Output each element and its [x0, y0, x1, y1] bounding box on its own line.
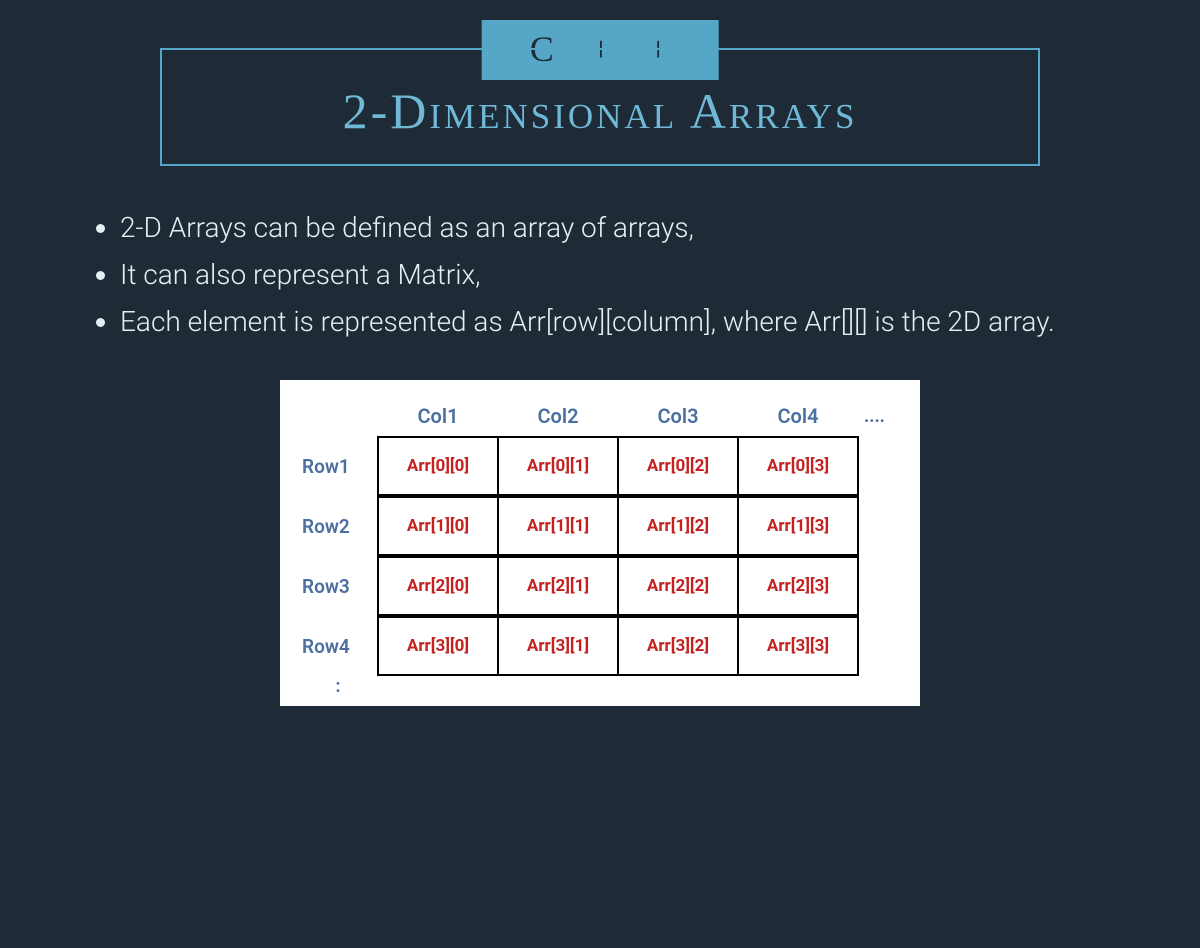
row-header: Row2 — [298, 515, 378, 538]
array-cell: Arr[1][1] — [497, 496, 620, 556]
array-diagram: Col1 Col2 Col3 Col4 .... Row1 Arr[0][0] … — [280, 380, 920, 706]
array-cell: Arr[2][1] — [497, 556, 620, 616]
row-header: Row1 — [298, 455, 378, 478]
slide-title: 2-Dimensional Arrays — [182, 82, 1018, 140]
array-cell: Arr[2][0] — [377, 556, 500, 616]
array-cell: Arr[2][3] — [737, 556, 860, 616]
array-cell: Arr[3][1] — [497, 616, 620, 676]
array-cell: Arr[3][3] — [737, 616, 860, 676]
col-header: Col3 — [618, 404, 738, 428]
row-ellipsis: : — [298, 676, 378, 697]
header: C + + 2-Dimensional Arrays — [160, 48, 1040, 166]
array-cell: Arr[1][3] — [737, 496, 860, 556]
bullet-item: Each element is represented as Arr[row][… — [120, 300, 1120, 345]
array-cell: Arr[0][1] — [497, 436, 620, 496]
array-cell: Arr[0][3] — [737, 436, 860, 496]
array-cell: Arr[1][0] — [377, 496, 500, 556]
title-frame: 2-Dimensional Arrays — [160, 48, 1040, 166]
array-cell: Arr[3][2] — [617, 616, 740, 676]
col-header: Col4 — [738, 404, 858, 428]
bullet-item: 2-D Arrays can be defined as an array of… — [120, 206, 1120, 251]
array-cell: Arr[2][2] — [617, 556, 740, 616]
array-cell: Arr[0][2] — [617, 436, 740, 496]
bullet-list: 2-D Arrays can be defined as an array of… — [80, 206, 1120, 344]
row-header: Row3 — [298, 575, 378, 598]
col-ellipsis: .... — [858, 406, 898, 427]
row-header: Row4 — [298, 635, 378, 658]
array-cell: Arr[1][2] — [617, 496, 740, 556]
bullet-item: It can also represent a Matrix, — [120, 253, 1120, 298]
col-header: Col1 — [378, 404, 498, 428]
col-header: Col2 — [498, 404, 618, 428]
array-cell: Arr[0][0] — [377, 436, 500, 496]
array-cell: Arr[3][0] — [377, 616, 500, 676]
